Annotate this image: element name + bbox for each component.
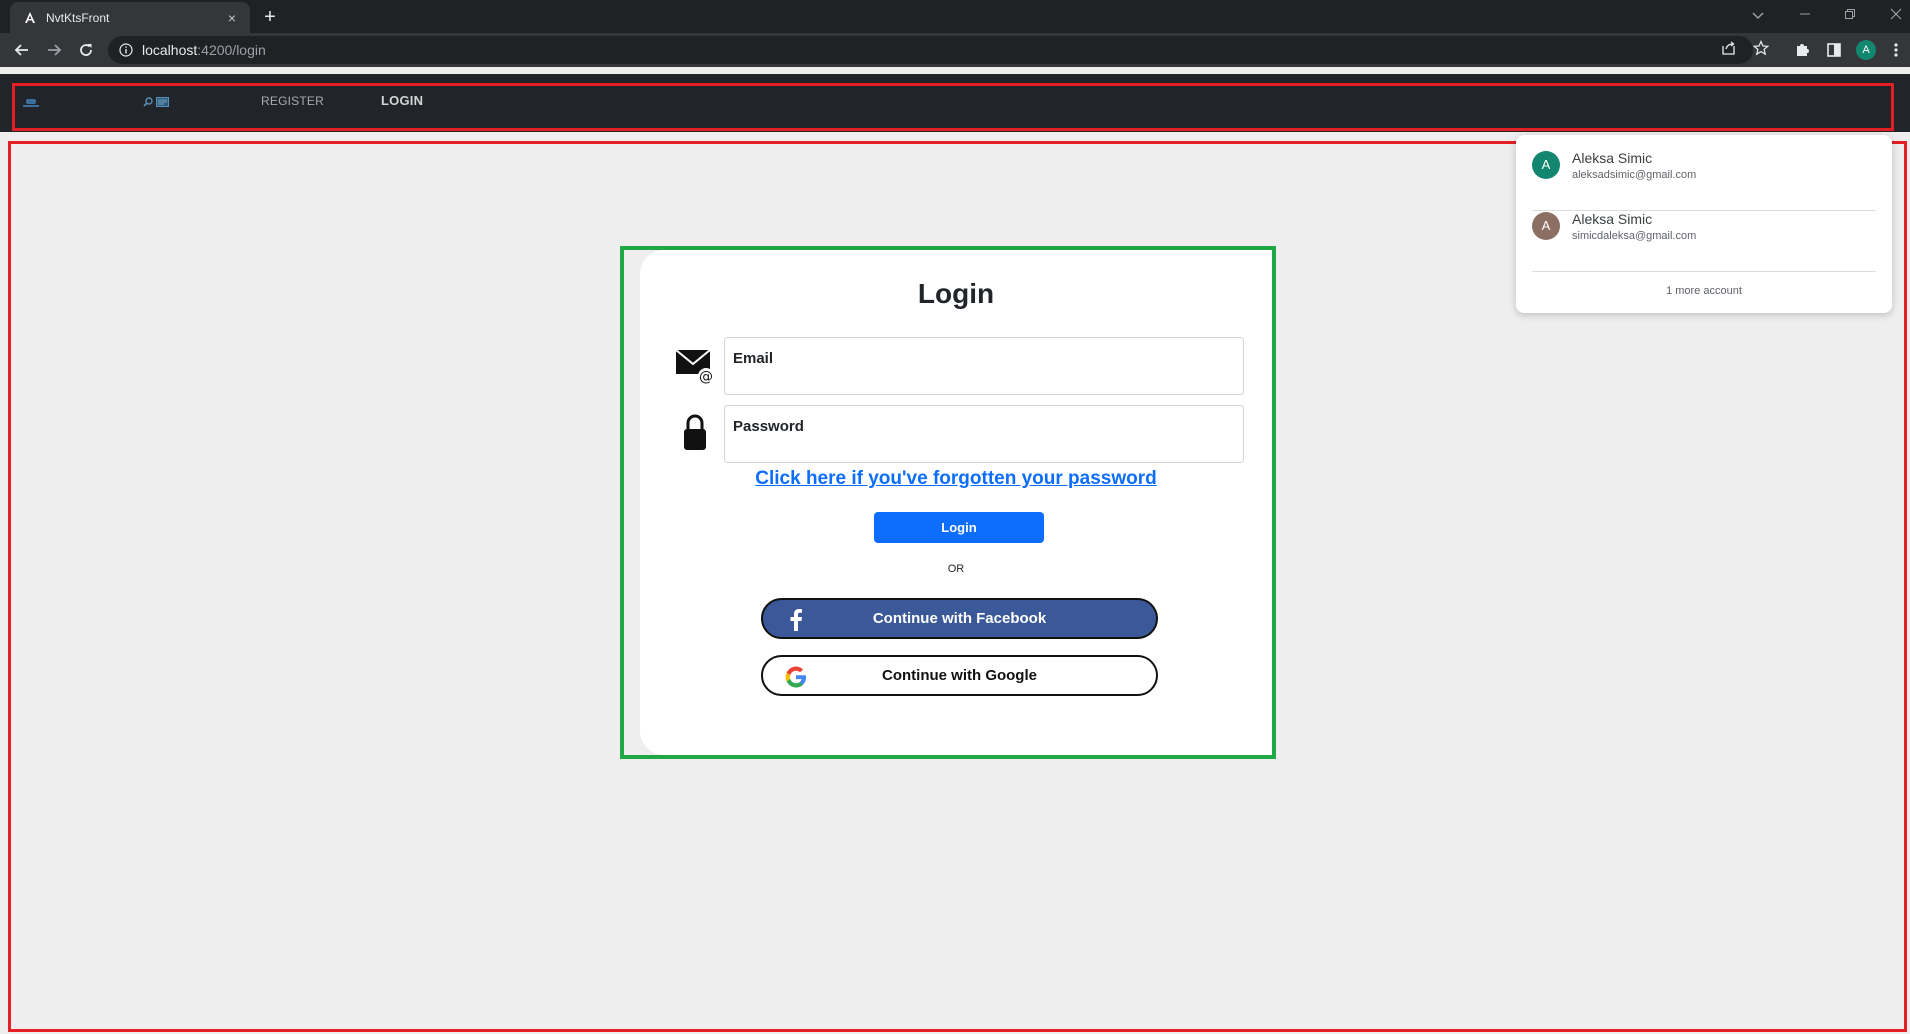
google-button-label: Continue with Google	[882, 667, 1037, 684]
password-lock-icon	[675, 412, 715, 452]
restore-icon[interactable]	[1838, 4, 1862, 28]
email-label: Email	[733, 350, 774, 367]
account-avatar: A	[1532, 151, 1560, 179]
bookmark-star-icon[interactable]	[1752, 39, 1770, 57]
forward-arrow-icon[interactable]	[42, 38, 66, 62]
facebook-login-button[interactable]: Continue with Facebook	[761, 598, 1158, 639]
back-arrow-icon[interactable]	[10, 38, 34, 62]
tab-search-icon[interactable]	[1746, 4, 1770, 28]
account-details: Aleksa Simic aleksadsimic@gmail.com	[1572, 150, 1696, 181]
account-email: aleksadsimic@gmail.com	[1572, 168, 1697, 181]
site-info-icon[interactable]	[118, 42, 134, 58]
brand-logo-icon[interactable]	[22, 96, 40, 108]
account-details: Aleksa Simic simicdaleksa@gmail.com	[1572, 211, 1696, 242]
forgot-password-link[interactable]: Click here if you've forgotten your pass…	[640, 468, 1272, 490]
account-name: Aleksa Simic	[1572, 149, 1653, 166]
close-window-icon[interactable]	[1884, 4, 1908, 28]
url-host: localhost	[142, 42, 198, 58]
browser-toolbar: localhost:4200/login A	[0, 33, 1910, 67]
account-avatar: A	[1532, 212, 1560, 240]
url-path: :4200/login	[197, 42, 266, 58]
password-label: Password	[733, 418, 804, 435]
password-input[interactable]	[733, 438, 1233, 458]
tab-title: NvtKtsFront	[46, 10, 110, 25]
login-card: Login @ Email Password Click here if you…	[640, 250, 1272, 755]
extensions-puzzle-icon[interactable]	[1792, 40, 1812, 60]
nav-login-link[interactable]: LOGIN	[381, 93, 423, 108]
minimize-icon[interactable]	[1793, 4, 1817, 28]
facebook-button-label: Continue with Facebook	[872, 610, 1047, 627]
new-tab-button[interactable]: +	[258, 6, 282, 30]
profile-initial: A	[1856, 40, 1876, 60]
login-button[interactable]: Login	[874, 512, 1044, 543]
account-email: simicdaleksa@gmail.com	[1572, 229, 1697, 242]
or-separator: OR	[947, 563, 965, 575]
account-divider	[1532, 271, 1876, 272]
password-field[interactable]: Password	[724, 405, 1244, 463]
svg-text:@: @	[699, 369, 713, 385]
map-search-icon[interactable]	[143, 96, 173, 108]
google-account-chooser: A Aleksa Simic aleksadsimic@gmail.com A …	[1516, 135, 1892, 313]
email-field[interactable]: Email	[724, 337, 1244, 395]
browser-chrome: NvtKtsFront × + localhost:4200/login A	[0, 0, 1910, 67]
menu-kebab-icon[interactable]	[1886, 40, 1906, 60]
share-icon[interactable]	[1720, 39, 1738, 57]
address-bar[interactable]: localhost:4200/login	[108, 36, 1753, 64]
tab-strip: NvtKtsFront × +	[0, 0, 1910, 33]
login-title: Login	[917, 278, 995, 309]
profile-avatar[interactable]: A	[1856, 40, 1876, 60]
browser-tab[interactable]: NvtKtsFront ×	[10, 2, 250, 33]
url-text: localhost:4200/login	[142, 42, 266, 58]
tab-close-icon[interactable]: ×	[224, 10, 240, 26]
google-login-button[interactable]: Continue with Google	[761, 655, 1158, 696]
account-name: Aleksa Simic	[1572, 210, 1653, 227]
reload-icon[interactable]	[74, 38, 98, 62]
account-row[interactable]: A Aleksa Simic simicdaleksa@gmail.com	[1532, 196, 1876, 256]
angular-favicon-icon	[22, 10, 38, 26]
more-accounts-link[interactable]: 1 more account	[1516, 285, 1892, 297]
email-envelope-icon: @	[675, 346, 715, 386]
email-input[interactable]	[733, 370, 1233, 390]
account-row[interactable]: A Aleksa Simic aleksadsimic@gmail.com	[1532, 135, 1876, 195]
nav-register-link[interactable]: REGISTER	[261, 94, 324, 108]
side-panel-icon[interactable]	[1824, 40, 1844, 60]
